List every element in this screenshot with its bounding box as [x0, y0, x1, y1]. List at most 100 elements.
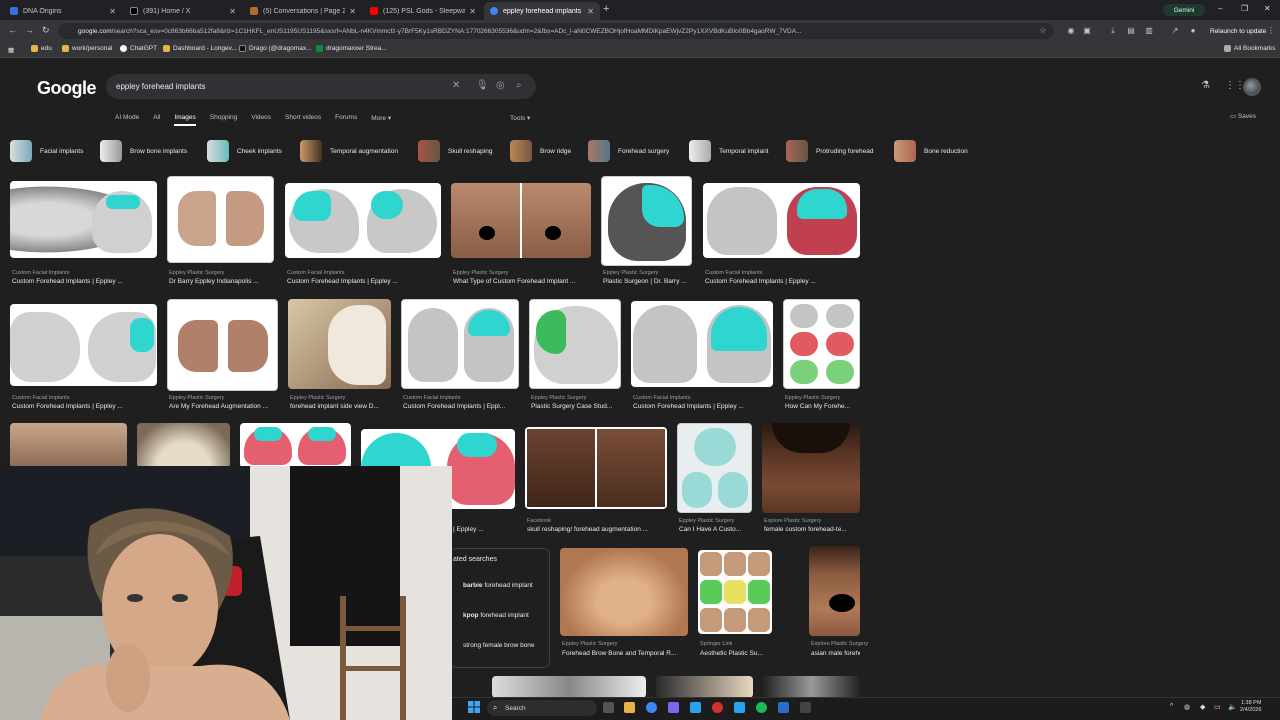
chip-protruding-forehead[interactable]: Protruding forehead	[786, 140, 873, 162]
result-caption[interactable]: Forehead Brow Bone and Temporal R...	[562, 650, 688, 657]
app-icon[interactable]	[800, 702, 811, 713]
result-caption[interactable]: asian male forehead ...	[811, 650, 860, 657]
clear-icon[interactable]: ✕	[452, 80, 460, 91]
result-image-5[interactable]	[703, 183, 860, 258]
result-caption[interactable]: Dr Barry Eppley Indianapolis ...	[169, 278, 274, 285]
result-caption[interactable]: Custom Forehead Implants | Eppl...	[403, 403, 519, 410]
all-bookmarks[interactable]: All Bookmarks	[1224, 45, 1276, 52]
browser-tab-1[interactable]: (391) Home / X ✕	[124, 2, 242, 20]
saves-button[interactable]: ▭ Saves	[1230, 112, 1256, 120]
result-caption[interactable]: Aesthetic Plastic Su...	[700, 650, 772, 657]
display-icon[interactable]: ▭	[1214, 703, 1221, 711]
result-caption[interactable]: Plastic Surgery Case Stud...	[531, 403, 621, 410]
result-caption[interactable]: What Type of Custom Forehead Implant ...	[453, 278, 591, 285]
bookmark-work-personal[interactable]: work/personal	[62, 45, 112, 52]
result-caption[interactable]: Are My Forehead Augmentation ...	[169, 403, 278, 410]
result-image-20[interactable]	[560, 548, 688, 636]
result-image-13[interactable]	[10, 423, 127, 468]
tray-chevron-icon[interactable]: ^	[1170, 703, 1173, 710]
telegram-icon[interactable]	[690, 702, 701, 713]
close-tab-icon[interactable]: ✕	[587, 7, 594, 16]
tab-short-videos[interactable]: Short videos	[285, 114, 321, 126]
result-image-7[interactable]	[167, 299, 278, 391]
relaunch-button[interactable]: Relaunch to update	[1206, 25, 1270, 37]
result-image-19[interactable]	[762, 423, 860, 513]
task-view-icon[interactable]	[603, 702, 614, 713]
bookmark-dragomaxxer[interactable]: dragomaxxer Strea...	[316, 45, 387, 52]
result-image-0[interactable]	[10, 181, 157, 258]
menu-arrow-icon[interactable]: ↗	[1170, 26, 1180, 36]
chip-temporal-implant[interactable]: Temporal implant	[689, 140, 769, 162]
tools-button[interactable]: Tools ▾	[510, 114, 530, 122]
result-image-22[interactable]	[809, 546, 860, 636]
tab-ai-mode[interactable]: AI Mode	[115, 114, 139, 126]
result-image-10[interactable]	[529, 299, 621, 389]
related-search-item[interactable]: barbie forehead implant	[463, 582, 533, 589]
extension-icon[interactable]: ◉	[1066, 26, 1076, 36]
result-caption[interactable]: forehead implant side view D...	[290, 403, 391, 410]
download-icon[interactable]: ⤓	[1108, 26, 1118, 36]
more-menu-icon[interactable]: ⋮	[1266, 26, 1276, 36]
chrome-icon[interactable]	[646, 702, 657, 713]
browser-tab-2[interactable]: (5) Conversations | Page 2 | Lo... ✕	[244, 2, 362, 20]
result-image-25[interactable]	[763, 676, 860, 698]
spotify-icon[interactable]	[756, 702, 767, 713]
tab-all[interactable]: All	[153, 114, 160, 126]
result-image-2[interactable]	[285, 183, 441, 258]
result-caption[interactable]: Custom Forehead Implants | Eppley ...	[633, 403, 773, 410]
bookmark-edu[interactable]: edu	[31, 45, 52, 52]
result-caption[interactable]: female custom forehead-te...	[764, 526, 860, 533]
result-image-11[interactable]	[631, 301, 773, 387]
chip-facial-implants[interactable]: Facial implants	[10, 140, 83, 162]
result-image-18[interactable]	[677, 423, 752, 513]
tab-shopping[interactable]: Shopping	[210, 114, 237, 126]
browser-tab-3[interactable]: (125) PSL Gods - Sleepwalker ✕	[364, 2, 482, 20]
browser-tab-4[interactable]: eppley forehead implants - Go... ✕	[484, 2, 600, 20]
reload-icon[interactable]: ↻	[42, 25, 50, 36]
chip-cheek-implants[interactable]: Cheek implants	[207, 140, 282, 162]
lens-icon[interactable]: ◎	[496, 80, 505, 91]
gemini-button[interactable]: Gemini	[1163, 4, 1205, 16]
related-search-item[interactable]: kpop forehead implant	[463, 612, 529, 619]
related-search-item[interactable]: strong female brow bone	[463, 642, 535, 649]
profile-icon[interactable]: ●	[1188, 26, 1198, 36]
app-icon[interactable]	[668, 702, 679, 713]
sidebar-icon[interactable]: ▥	[1144, 26, 1154, 36]
windows-start-icon[interactable]	[468, 701, 480, 713]
taskbar-search[interactable]: ⌕ Search	[487, 700, 597, 716]
result-image-6[interactable]	[10, 304, 157, 386]
back-icon[interactable]: ←	[8, 25, 17, 35]
search-icon[interactable]: ⌕	[516, 80, 522, 91]
minimize-icon[interactable]: –	[1218, 4, 1222, 13]
close-tab-icon[interactable]: ✕	[469, 7, 476, 16]
result-image-15[interactable]	[240, 423, 351, 468]
search-input[interactable]: eppley forehead implants	[106, 74, 536, 99]
microphone-icon[interactable]: 🎙	[476, 80, 489, 91]
result-caption[interactable]: | Eppley ...	[453, 526, 515, 533]
tab-images[interactable]: Images	[174, 114, 196, 126]
clock[interactable]: 1:38 PM 2/4/2026	[1240, 700, 1261, 714]
labs-icon[interactable]: ⚗	[1201, 80, 1210, 91]
tab-videos[interactable]: Videos	[251, 114, 271, 126]
chip-skull-reshaping[interactable]: Skull reshaping	[418, 140, 492, 162]
result-image-8[interactable]	[288, 299, 391, 389]
result-caption[interactable]: skull reshaping/ forehead augmentation .…	[527, 526, 667, 533]
apps-icon[interactable]: ▦	[8, 46, 14, 54]
tab-more[interactable]: More ▾	[371, 114, 391, 126]
result-image-24[interactable]	[656, 676, 753, 698]
result-caption[interactable]: Custom Forehead Implants | Eppley ...	[12, 278, 157, 285]
result-image-9[interactable]	[401, 299, 519, 389]
result-image-12[interactable]	[783, 299, 860, 389]
result-image-3[interactable]	[451, 183, 591, 258]
result-caption[interactable]: Can I Have A Custo...	[679, 526, 752, 533]
puzzle-icon[interactable]: ▣	[1082, 26, 1092, 36]
avatar[interactable]	[1243, 78, 1261, 96]
chip-brow-ridge[interactable]: Brow ridge	[510, 140, 571, 162]
result-image-21[interactable]	[698, 550, 772, 634]
close-window-icon[interactable]: ✕	[1264, 4, 1271, 13]
network-icon[interactable]: ◍	[1184, 703, 1190, 711]
new-tab-icon[interactable]: +	[603, 3, 609, 15]
chip-bone-reduction[interactable]: Bone reduction	[894, 140, 968, 162]
google-logo[interactable]: Google	[37, 78, 97, 99]
result-caption[interactable]: Custom Forehead Implants | Eppley ...	[705, 278, 860, 285]
